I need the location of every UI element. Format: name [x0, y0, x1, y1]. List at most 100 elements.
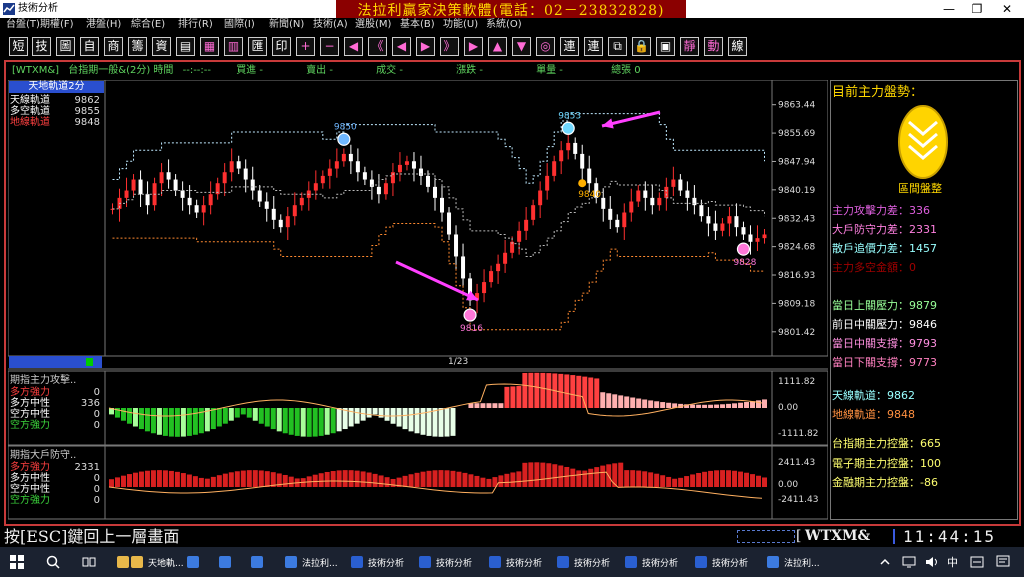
custom-icon[interactable]: 自 [80, 37, 99, 56]
windows-start-icon[interactable] [10, 555, 24, 569]
taskbar-item[interactable]: 技術分析 [556, 547, 610, 577]
candle [138, 179, 143, 195]
indicator2-bar [582, 470, 588, 487]
marker[interactable]: 9816 [460, 308, 483, 334]
notification-icon[interactable] [996, 555, 1010, 569]
line-icon[interactable]: 線 [728, 37, 747, 56]
menu-item-4[interactable]: 排行(R) [178, 18, 213, 32]
legend-name: 空方中性 [10, 409, 50, 420]
menu-item-8[interactable]: 選股(M) [355, 18, 391, 32]
short-icon[interactable]: 短 [9, 37, 28, 56]
network-icon[interactable] [902, 556, 916, 568]
data-icon[interactable]: 資 [152, 37, 171, 56]
minimize-button[interactable]: — [934, 0, 964, 18]
menu-item-10[interactable]: 功能(U) [443, 18, 478, 32]
fast-left-icon[interactable]: 《 [368, 37, 387, 56]
target-icon[interactable]: ◎ [536, 37, 555, 56]
indicator2-bar [726, 470, 732, 487]
menu-item-5[interactable]: 國際(I) [224, 18, 255, 32]
right-icon[interactable]: ▶ [464, 37, 483, 56]
indicator1-bar [174, 408, 180, 437]
plus-icon[interactable]: + [296, 37, 315, 56]
menu-item-3[interactable]: 綜合(E) [131, 18, 165, 32]
taskbar-item[interactable]: 技術分析 [488, 547, 542, 577]
indicator1-bar [138, 408, 144, 430]
legend-row: 地線軌道 9848 [10, 117, 100, 128]
static-icon[interactable]: 靜 [680, 37, 699, 56]
indicator1-bar [396, 408, 402, 427]
indicator-title-tab[interactable]: 天地軌道2分 [9, 81, 104, 93]
taskbar-item[interactable]: 法拉利... [284, 547, 338, 577]
ime-language[interactable]: 中 [947, 554, 958, 570]
menu-item-6[interactable]: 新聞(N) [269, 18, 304, 32]
indicator1-bar [528, 372, 534, 408]
menu-item-2[interactable]: 港盤(H) [86, 18, 121, 32]
status-row: 當日下關支撐：9773 [832, 356, 937, 370]
candle [727, 216, 732, 224]
menu-item-0[interactable]: 台盤(T) [6, 18, 40, 32]
candle [313, 183, 318, 191]
taskbar-item[interactable]: 技術分析 [350, 547, 404, 577]
menu-item-11[interactable]: 系統(O) [486, 18, 522, 32]
search-icon[interactable] [46, 555, 60, 569]
print-icon[interactable]: 印 [272, 37, 291, 56]
prev-icon[interactable]: ◀ [392, 37, 411, 56]
marker[interactable]: 9828 [733, 242, 757, 268]
link2-icon[interactable]: 連 [584, 37, 603, 56]
indicator1-bar [294, 408, 300, 436]
list-icon[interactable]: ▤ [176, 37, 195, 56]
box-icon[interactable]: ▣ [656, 37, 675, 56]
product-icon[interactable]: 商 [104, 37, 123, 56]
menu-item-7[interactable]: 技術(A) [313, 18, 348, 32]
taskbar-item[interactable]: 天地軌... [130, 547, 184, 577]
indicator1-title[interactable]: 期指主力攻擊.. [10, 375, 76, 386]
grid-icon[interactable]: ▦ [200, 37, 219, 56]
chart-area[interactable]: 9863.44 9855.69 9847.94 9840.19 9832.43 9824.… [8, 80, 828, 520]
task-view-icon[interactable] [82, 555, 96, 569]
dynamic-icon[interactable]: 動 [704, 37, 723, 56]
close-button[interactable]: ✕ [992, 0, 1022, 18]
indicator2-bar [636, 470, 642, 487]
taskbar-item[interactable] [116, 547, 130, 577]
marker-label: 9853 [558, 111, 581, 121]
export-icon[interactable]: 匯 [248, 37, 267, 56]
legend-row: 多方中性 336 [10, 398, 100, 409]
indicator2-bar [258, 470, 264, 487]
taskbar-item[interactable] [186, 547, 200, 577]
chart-icon[interactable]: 圖 [56, 37, 75, 56]
legend-name: 天線軌道 [10, 95, 50, 106]
scroll-track[interactable] [9, 356, 102, 368]
candle [173, 179, 178, 191]
taskbar-item[interactable]: 技術分析 [694, 547, 748, 577]
indicator2-bar [690, 474, 696, 487]
window-icon[interactable]: ⧉ [608, 37, 627, 56]
tray-arrow-icon[interactable] [880, 557, 890, 567]
maximize-button[interactable]: ❐ [962, 0, 992, 18]
taskbar-item[interactable]: 法拉利... [766, 547, 820, 577]
taskbar-item[interactable] [250, 547, 264, 577]
down-icon[interactable]: ▼ [512, 37, 531, 56]
minus-icon[interactable]: − [320, 37, 339, 56]
tech-icon[interactable]: 技 [32, 37, 51, 56]
left-icon[interactable]: ◀ [344, 37, 363, 56]
menu-item-9[interactable]: 基本(B) [400, 18, 435, 32]
next-icon[interactable]: ▶ [416, 37, 435, 56]
lock-icon[interactable]: 🔒 [632, 37, 651, 56]
scroll-thumb[interactable] [86, 358, 93, 366]
annotation-arrow-right [601, 110, 661, 129]
table-icon[interactable]: ▥ [224, 37, 243, 56]
taskbar-item[interactable]: 技術分析 [418, 547, 472, 577]
taskbar-item[interactable]: 技術分析 [624, 547, 678, 577]
candle [643, 190, 648, 198]
candle [292, 205, 297, 217]
menu-item-1[interactable]: 期權(F) [40, 18, 74, 32]
candle [145, 194, 150, 206]
ime-mode-icon[interactable] [970, 556, 984, 568]
volume-icon[interactable] [925, 556, 939, 568]
up-icon[interactable]: ▲ [488, 37, 507, 56]
indicator2-title[interactable]: 期指大戶防守.. [10, 450, 76, 461]
fast-right-icon[interactable]: 》 [440, 37, 459, 56]
taskbar-item[interactable] [218, 547, 232, 577]
chips-icon[interactable]: 籌 [128, 37, 147, 56]
link-icon[interactable]: 連 [560, 37, 579, 56]
